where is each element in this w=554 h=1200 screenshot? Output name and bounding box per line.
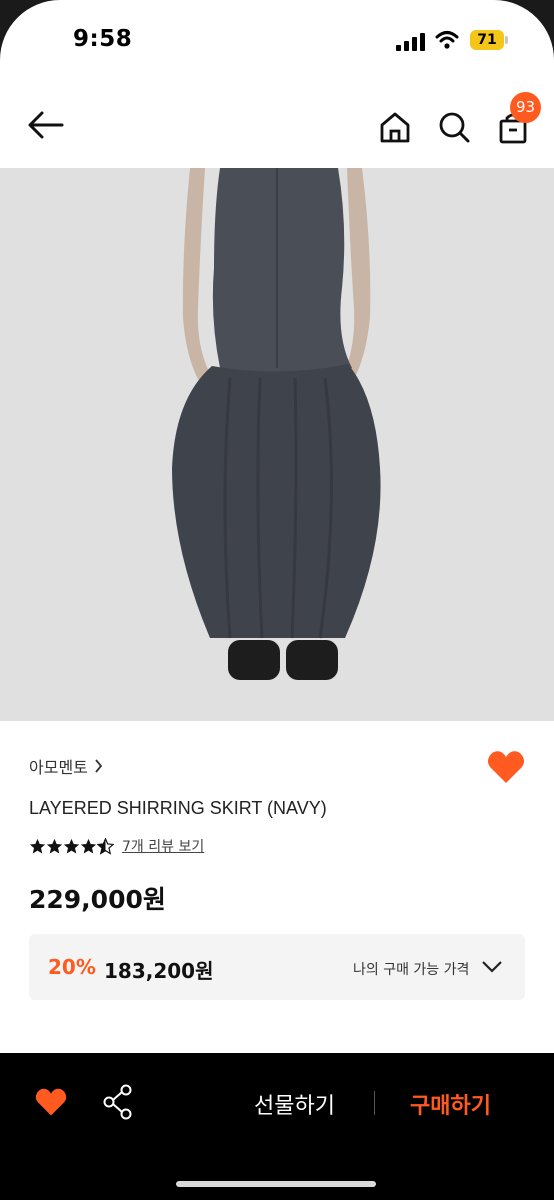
home-indicator[interactable] [176,1181,376,1187]
discount-label: 나의 구매 가능 가격 [353,962,470,978]
divider [374,1091,375,1115]
chevron-right-icon [95,759,103,773]
review-link[interactable]: 7개 리뷰 보기 [122,836,204,856]
wishlist-heart-icon[interactable] [35,1087,67,1117]
star-full-icon [80,838,97,853]
home-icon[interactable] [378,110,412,144]
buy-button[interactable]: 구매하기 [410,1088,491,1120]
star-full-icon [29,838,46,853]
app-screen: 9:58 71 93 아모멘토 LAYERED SHIRRING SKIRT (… [0,0,554,1200]
brand-name: 아모멘토 [29,758,88,777]
battery-indicator: 71 [470,30,504,50]
back-arrow-icon[interactable] [26,110,64,140]
product-photo [0,168,554,721]
original-price: 229,000원 [29,885,166,914]
brand-link[interactable]: 아모멘토 [29,754,103,778]
status-bar: 9:58 71 [0,0,554,80]
star-full-icon [63,838,80,853]
product-image[interactable] [0,168,554,721]
cart-count-badge: 93 [510,92,541,123]
rating-row: 7개 리뷰 보기 [29,836,204,856]
wifi-icon [435,31,459,49]
top-nav: 93 [0,90,554,168]
signal-icon [396,33,425,51]
discount-price-box[interactable]: 20% 183,200원 나의 구매 가능 가격 [29,934,525,1000]
star-half-icon [97,837,114,855]
discount-price: 183,200원 [104,959,214,983]
chevron-down-icon[interactable] [481,960,503,974]
gift-button[interactable]: 선물하기 [254,1088,335,1120]
star-full-icon [46,838,63,853]
search-icon[interactable] [437,110,471,144]
like-heart-icon[interactable] [487,750,525,784]
share-icon[interactable] [102,1084,134,1120]
battery-tip [505,36,508,44]
status-time: 9:58 [73,26,133,52]
star-rating [29,837,114,855]
bottom-action-bar: 선물하기 구매하기 [0,1053,554,1200]
discount-percent: 20% [48,955,96,979]
product-title: LAYERED SHIRRING SKIRT (NAVY) [29,798,327,818]
